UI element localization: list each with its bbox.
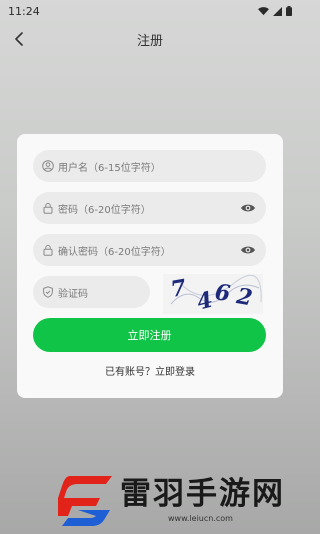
user-icon [41,159,55,173]
watermark-url: www.leiucn.com [168,514,233,523]
confirm-password-field[interactable]: 确认密码（6-20位字符） [33,234,266,266]
status-time: 11:24 [8,4,40,18]
register-card: 用户名（6-15位字符） 密码（6-20位字符） 确认密码（6-20位字符） 验… [17,134,283,398]
username-field[interactable]: 用户名（6-15位字符） [33,150,266,182]
top-nav: 注册 [0,26,300,54]
lock-icon [41,243,55,257]
captcha-char: 6 [214,279,232,306]
page-title: 注册 [136,34,163,49]
password-placeholder: 密码（6-20位字符） [58,204,151,216]
username-placeholder: 用户名（6-15位字符） [58,162,161,174]
password-field[interactable]: 密码（6-20位字符） [33,192,266,224]
captcha-field[interactable]: 验证码 [33,276,150,308]
shield-icon [41,285,55,299]
signal-icon [273,6,282,16]
login-link[interactable]: 已有账号？立即登录 [17,363,283,378]
eye-icon[interactable] [240,243,256,257]
captcha-placeholder: 验证码 [58,288,88,300]
battery-icon [286,6,292,16]
lock-icon [41,201,55,215]
eye-icon[interactable] [240,201,256,215]
register-button[interactable]: 立即注册 [33,318,266,352]
wifi-icon [258,6,269,15]
watermark-title: 雷羽手游网 [120,476,285,512]
status-bar: 11:24 [0,0,300,22]
status-icons [258,6,292,16]
captcha-image[interactable]: 7 4 6 2 [163,274,263,314]
watermark: 雷羽手游网 www.leiucn.com [50,468,290,530]
confirm-password-placeholder: 确认密码（6-20位字符） [58,246,171,258]
brand-logo [58,476,112,526]
